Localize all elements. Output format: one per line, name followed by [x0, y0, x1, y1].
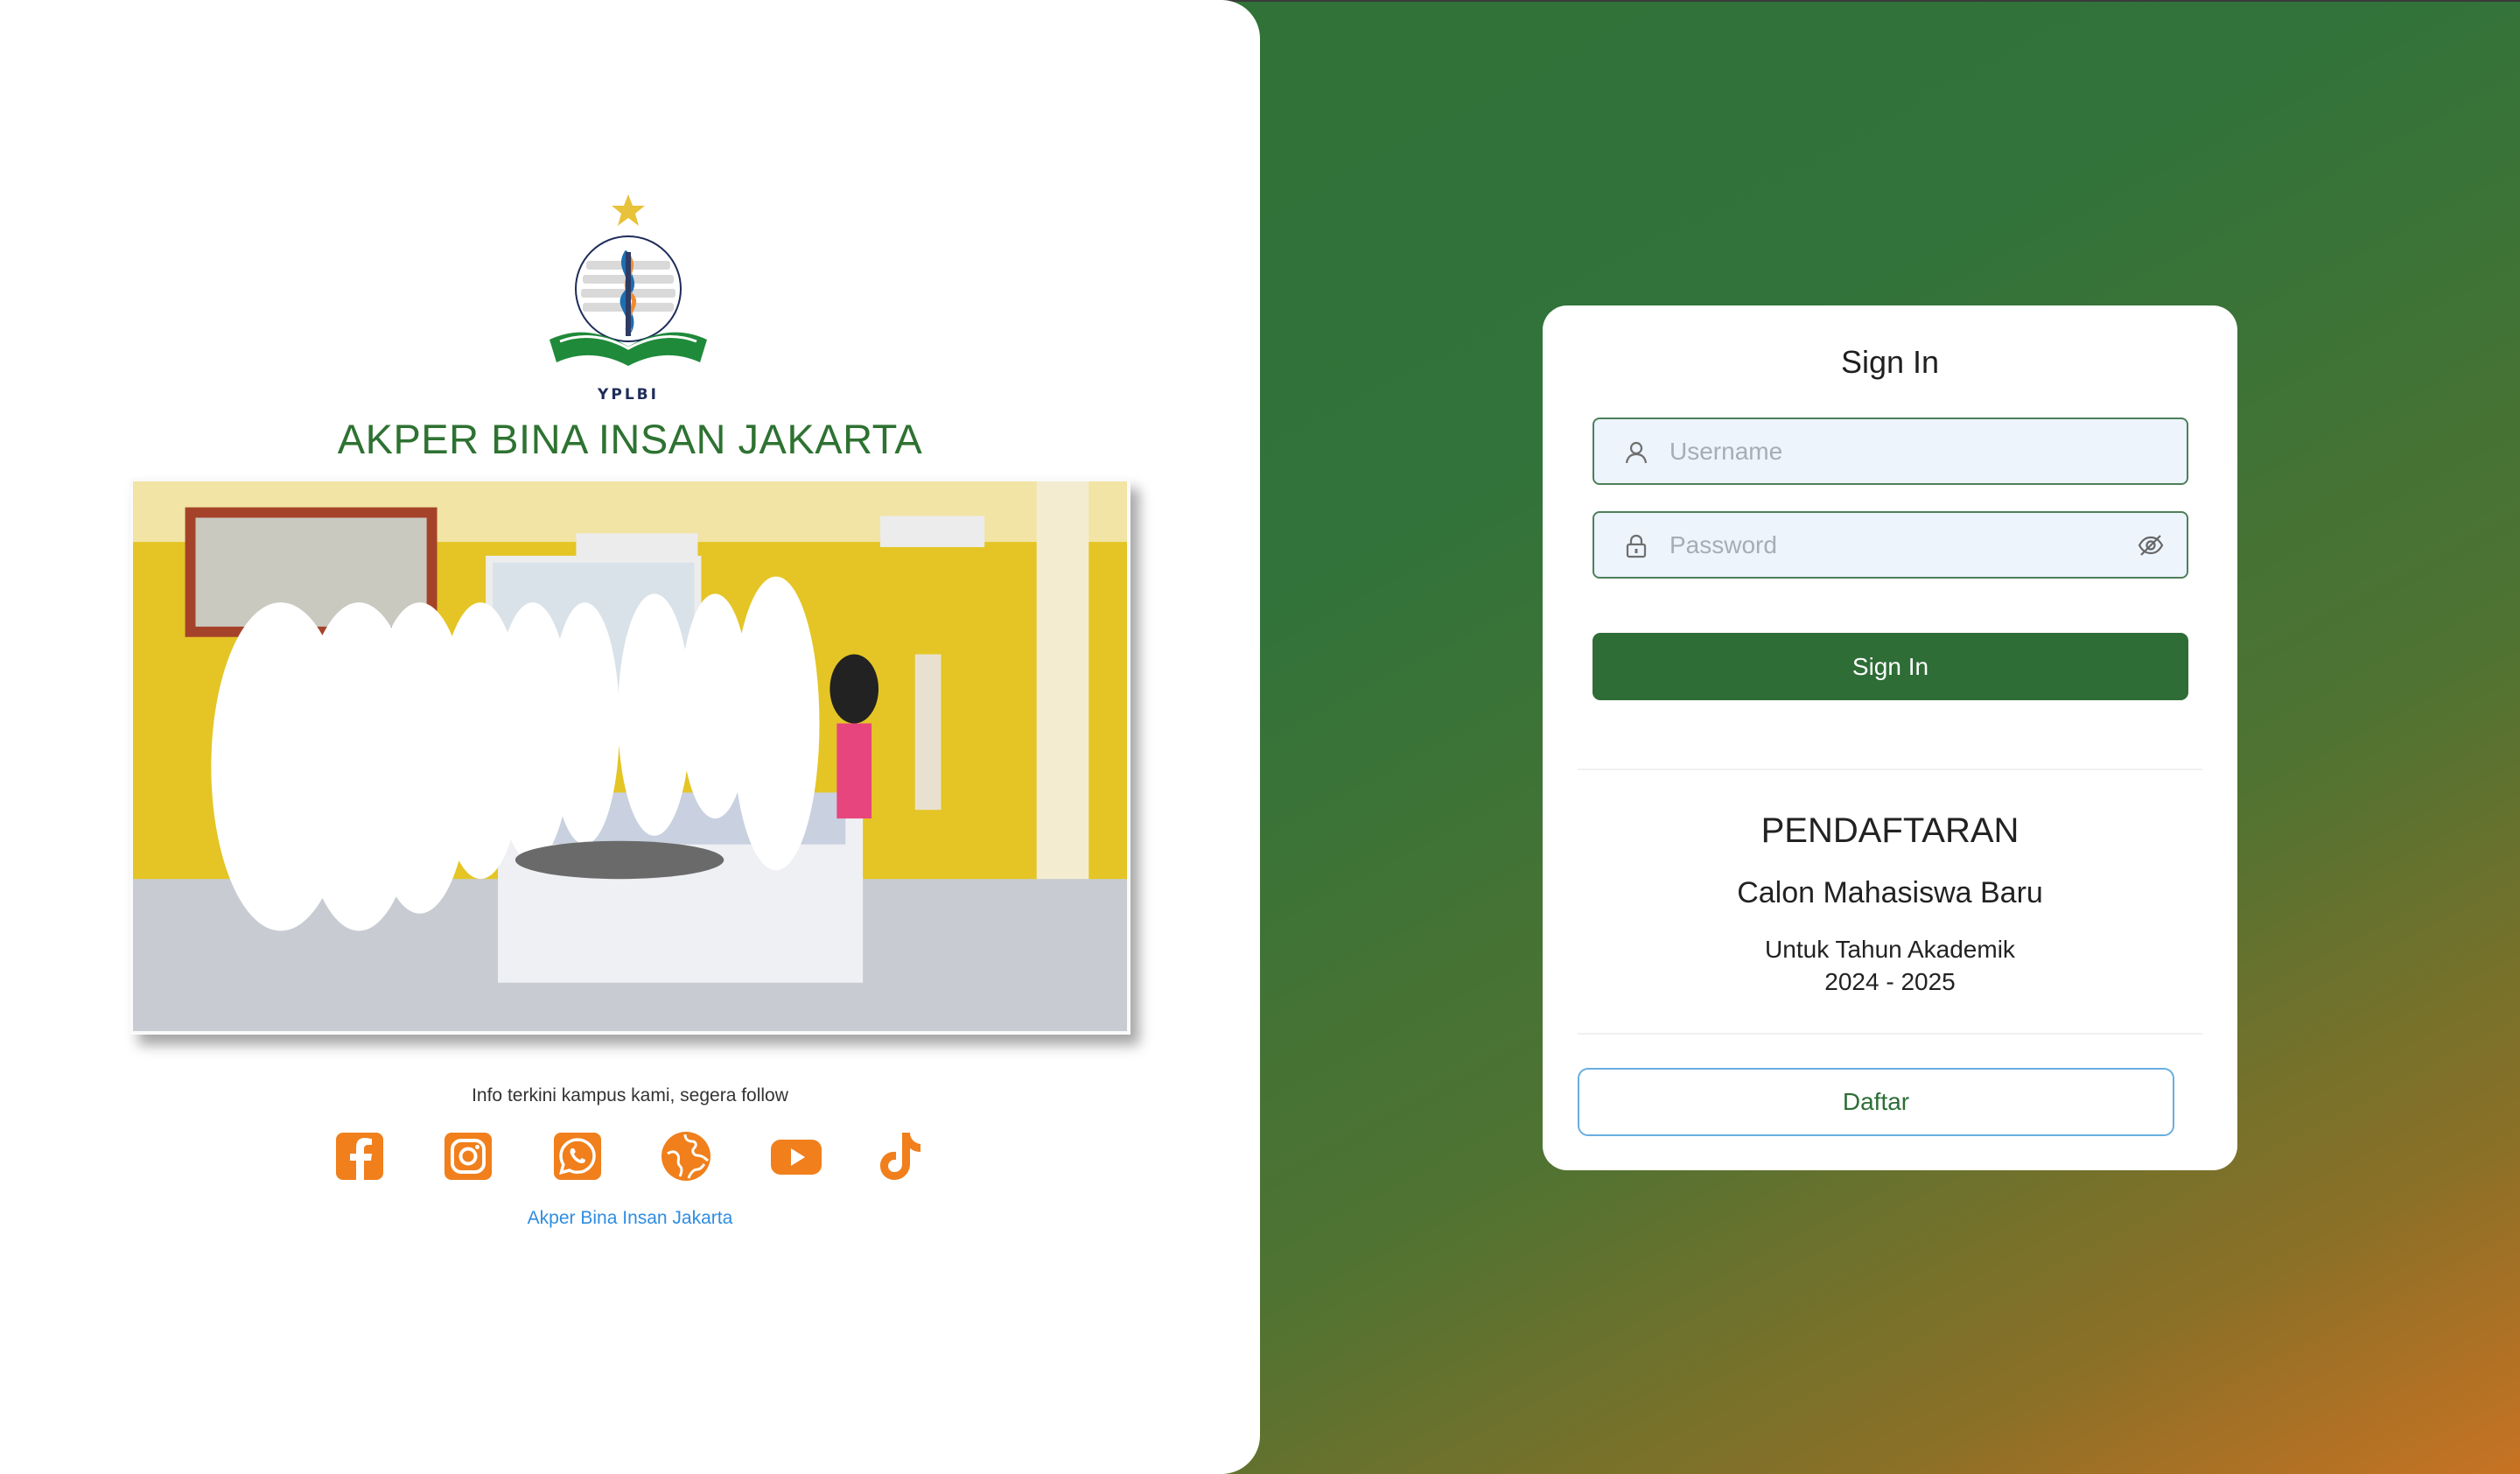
- register-button[interactable]: Daftar: [1578, 1068, 2174, 1136]
- divider: [1578, 769, 2202, 770]
- lock-icon: [1626, 534, 1647, 558]
- campus-photo: [130, 478, 1130, 1035]
- site-title: AKPER BINA INSAN JAKARTA: [337, 416, 923, 462]
- sign-in-card: Sign In Sign In PENDAFTARAN Calon Mahasi…: [1543, 305, 2237, 1170]
- instagram-icon[interactable]: [441, 1129, 495, 1183]
- username-field[interactable]: [1592, 418, 2188, 485]
- campus-website-link[interactable]: Akper Bina Insan Jakarta: [0, 1208, 1260, 1229]
- social-links: [329, 1129, 942, 1190]
- left-panel: YPLBI AKPER BINA INSAN JAKARTA Info terk…: [0, 0, 1260, 1474]
- academic-year-label: Untuk Tahun Akademik: [1765, 936, 2015, 963]
- registration-subtitle: Calon Mahasiswa Baru: [1737, 876, 2043, 909]
- campus-logo: YPLBI: [550, 194, 707, 404]
- academic-year: 2024 - 2025: [1824, 968, 1956, 995]
- tiktok-icon[interactable]: [873, 1129, 928, 1183]
- sign-in-title: Sign In: [1840, 344, 1940, 380]
- username-input[interactable]: [1670, 419, 2124, 483]
- sign-in-button[interactable]: Sign In: [1592, 633, 2188, 700]
- whatsapp-icon[interactable]: [550, 1129, 605, 1183]
- facebook-icon[interactable]: [332, 1129, 387, 1183]
- password-field[interactable]: [1592, 511, 2188, 579]
- globe-icon[interactable]: [659, 1129, 713, 1183]
- svg-text:YPLBI: YPLBI: [597, 386, 659, 404]
- divider: [1578, 1033, 2202, 1035]
- registration-title: PENDAFTARAN: [1760, 811, 2020, 850]
- nursing-lab-photo: [133, 481, 1127, 1031]
- password-input[interactable]: [1670, 513, 2124, 577]
- youtube-icon[interactable]: [769, 1129, 823, 1183]
- follow-text: Info terkini kampus kami, segera follow: [472, 1085, 788, 1106]
- eye-slash-icon[interactable]: [2138, 532, 2164, 558]
- user-icon: [1625, 441, 1648, 464]
